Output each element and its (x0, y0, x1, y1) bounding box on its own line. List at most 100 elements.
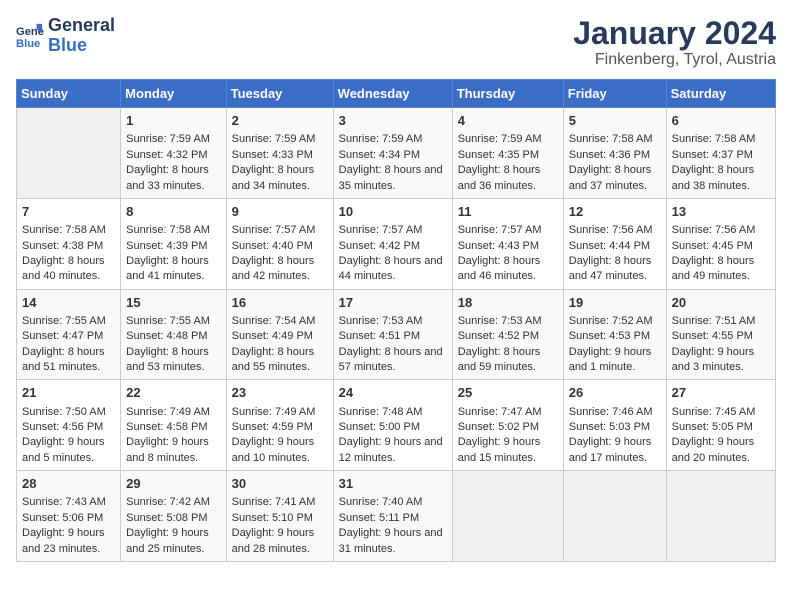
sunrise-text: Sunrise: 7:41 AM (232, 496, 316, 508)
day-number: 1 (126, 112, 220, 130)
daylight-text: Daylight: 9 hours and 20 minutes. (672, 436, 755, 463)
sunrise-text: Sunrise: 7:59 AM (458, 133, 542, 145)
sunrise-text: Sunrise: 7:48 AM (339, 406, 423, 418)
sunrise-text: Sunrise: 7:53 AM (339, 315, 423, 327)
daylight-text: Daylight: 8 hours and 55 minutes. (232, 346, 315, 373)
day-number: 31 (339, 475, 447, 493)
sunset-text: Sunset: 4:44 PM (569, 240, 650, 252)
day-number: 10 (339, 203, 447, 221)
daylight-text: Daylight: 8 hours and 41 minutes. (126, 255, 209, 282)
sunrise-text: Sunrise: 7:45 AM (672, 406, 756, 418)
sunset-text: Sunset: 5:05 PM (672, 421, 753, 433)
daylight-text: Daylight: 8 hours and 42 minutes. (232, 255, 315, 282)
calendar-cell: 18 Sunrise: 7:53 AM Sunset: 4:52 PM Dayl… (452, 289, 563, 380)
day-number: 15 (126, 294, 220, 312)
calendar-cell: 10 Sunrise: 7:57 AM Sunset: 4:42 PM Dayl… (333, 198, 452, 289)
day-header-wednesday: Wednesday (333, 80, 452, 108)
daylight-text: Daylight: 9 hours and 25 minutes. (126, 527, 209, 554)
day-header-sunday: Sunday (17, 80, 121, 108)
week-row-4: 21 Sunrise: 7:50 AM Sunset: 4:56 PM Dayl… (17, 380, 776, 471)
daylight-text: Daylight: 8 hours and 35 minutes. (339, 164, 443, 191)
sunrise-text: Sunrise: 7:55 AM (22, 315, 106, 327)
sunrise-text: Sunrise: 7:57 AM (232, 224, 316, 236)
day-number: 14 (22, 294, 115, 312)
sunset-text: Sunset: 4:52 PM (458, 330, 539, 342)
sunset-text: Sunset: 5:03 PM (569, 421, 650, 433)
calendar-cell: 6 Sunrise: 7:58 AM Sunset: 4:37 PM Dayli… (666, 108, 775, 199)
week-row-2: 7 Sunrise: 7:58 AM Sunset: 4:38 PM Dayli… (17, 198, 776, 289)
day-number: 6 (672, 112, 770, 130)
daylight-text: Daylight: 8 hours and 49 minutes. (672, 255, 755, 282)
calendar-cell: 26 Sunrise: 7:46 AM Sunset: 5:03 PM Dayl… (563, 380, 666, 471)
sunset-text: Sunset: 4:33 PM (232, 149, 313, 161)
calendar-cell: 3 Sunrise: 7:59 AM Sunset: 4:34 PM Dayli… (333, 108, 452, 199)
calendar-cell (452, 471, 563, 562)
calendar-cell: 19 Sunrise: 7:52 AM Sunset: 4:53 PM Dayl… (563, 289, 666, 380)
day-number: 17 (339, 294, 447, 312)
logo-line2: Blue (48, 36, 115, 56)
sunrise-text: Sunrise: 7:55 AM (126, 315, 210, 327)
calendar-cell: 5 Sunrise: 7:58 AM Sunset: 4:36 PM Dayli… (563, 108, 666, 199)
sunrise-text: Sunrise: 7:56 AM (672, 224, 756, 236)
calendar-cell: 23 Sunrise: 7:49 AM Sunset: 4:59 PM Dayl… (226, 380, 333, 471)
daylight-text: Daylight: 8 hours and 47 minutes. (569, 255, 652, 282)
sunset-text: Sunset: 4:55 PM (672, 330, 753, 342)
daylight-text: Daylight: 8 hours and 40 minutes. (22, 255, 105, 282)
calendar-cell: 17 Sunrise: 7:53 AM Sunset: 4:51 PM Dayl… (333, 289, 452, 380)
sunset-text: Sunset: 4:49 PM (232, 330, 313, 342)
calendar-cell: 21 Sunrise: 7:50 AM Sunset: 4:56 PM Dayl… (17, 380, 121, 471)
sunrise-text: Sunrise: 7:47 AM (458, 406, 542, 418)
sunset-text: Sunset: 4:32 PM (126, 149, 207, 161)
sunset-text: Sunset: 4:38 PM (22, 240, 103, 252)
calendar-cell: 25 Sunrise: 7:47 AM Sunset: 5:02 PM Dayl… (452, 380, 563, 471)
calendar-cell: 29 Sunrise: 7:42 AM Sunset: 5:08 PM Dayl… (121, 471, 226, 562)
calendar-cell: 22 Sunrise: 7:49 AM Sunset: 4:58 PM Dayl… (121, 380, 226, 471)
daylight-text: Daylight: 9 hours and 1 minute. (569, 346, 652, 373)
daylight-text: Daylight: 9 hours and 3 minutes. (672, 346, 755, 373)
calendar-cell: 28 Sunrise: 7:43 AM Sunset: 5:06 PM Dayl… (17, 471, 121, 562)
calendar-cell: 15 Sunrise: 7:55 AM Sunset: 4:48 PM Dayl… (121, 289, 226, 380)
daylight-text: Daylight: 9 hours and 23 minutes. (22, 527, 105, 554)
day-header-friday: Friday (563, 80, 666, 108)
sunrise-text: Sunrise: 7:49 AM (232, 406, 316, 418)
daylight-text: Daylight: 8 hours and 46 minutes. (458, 255, 541, 282)
calendar-cell: 20 Sunrise: 7:51 AM Sunset: 4:55 PM Dayl… (666, 289, 775, 380)
day-number: 7 (22, 203, 115, 221)
sunrise-text: Sunrise: 7:58 AM (22, 224, 106, 236)
week-row-3: 14 Sunrise: 7:55 AM Sunset: 4:47 PM Dayl… (17, 289, 776, 380)
day-number: 18 (458, 294, 558, 312)
day-header-saturday: Saturday (666, 80, 775, 108)
day-number: 22 (126, 384, 220, 402)
sunset-text: Sunset: 5:08 PM (126, 512, 207, 524)
sunset-text: Sunset: 4:45 PM (672, 240, 753, 252)
sunset-text: Sunset: 4:51 PM (339, 330, 420, 342)
week-row-1: 1 Sunrise: 7:59 AM Sunset: 4:32 PM Dayli… (17, 108, 776, 199)
day-number: 3 (339, 112, 447, 130)
sunset-text: Sunset: 4:37 PM (672, 149, 753, 161)
daylight-text: Daylight: 8 hours and 37 minutes. (569, 164, 652, 191)
calendar-table: SundayMondayTuesdayWednesdayThursdayFrid… (16, 79, 776, 562)
sunrise-text: Sunrise: 7:58 AM (672, 133, 756, 145)
sunrise-text: Sunrise: 7:57 AM (339, 224, 423, 236)
week-row-5: 28 Sunrise: 7:43 AM Sunset: 5:06 PM Dayl… (17, 471, 776, 562)
day-number: 21 (22, 384, 115, 402)
calendar-cell: 16 Sunrise: 7:54 AM Sunset: 4:49 PM Dayl… (226, 289, 333, 380)
sunrise-text: Sunrise: 7:53 AM (458, 315, 542, 327)
sunset-text: Sunset: 4:53 PM (569, 330, 650, 342)
sunset-text: Sunset: 4:56 PM (22, 421, 103, 433)
calendar-cell (17, 108, 121, 199)
daylight-text: Daylight: 9 hours and 28 minutes. (232, 527, 315, 554)
calendar-cell: 14 Sunrise: 7:55 AM Sunset: 4:47 PM Dayl… (17, 289, 121, 380)
daylight-text: Daylight: 8 hours and 36 minutes. (458, 164, 541, 191)
title-area: January 2024 Finkenberg, Tyrol, Austria (573, 16, 776, 69)
sunset-text: Sunset: 5:10 PM (232, 512, 313, 524)
sunset-text: Sunset: 5:06 PM (22, 512, 103, 524)
day-number: 4 (458, 112, 558, 130)
sunrise-text: Sunrise: 7:50 AM (22, 406, 106, 418)
calendar-cell: 2 Sunrise: 7:59 AM Sunset: 4:33 PM Dayli… (226, 108, 333, 199)
day-number: 24 (339, 384, 447, 402)
calendar-cell: 31 Sunrise: 7:40 AM Sunset: 5:11 PM Dayl… (333, 471, 452, 562)
day-number: 23 (232, 384, 328, 402)
day-number: 29 (126, 475, 220, 493)
day-number: 19 (569, 294, 661, 312)
